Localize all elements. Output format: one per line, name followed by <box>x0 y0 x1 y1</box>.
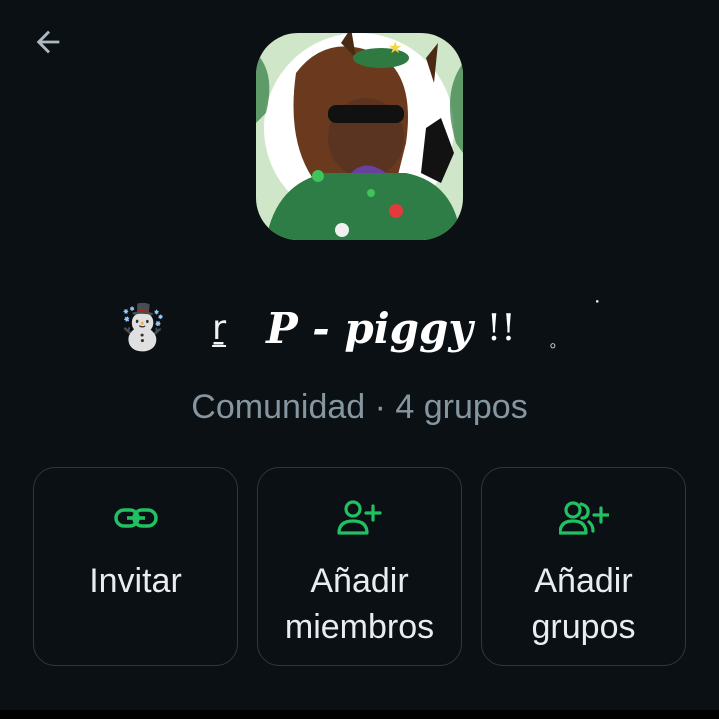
small-circle: 。 <box>549 332 566 351</box>
add-members-button[interactable]: Añadir miembros <box>257 467 462 666</box>
snowman-emoji: ☃️ <box>115 302 171 353</box>
name-decoration: 。 ˙ <box>544 298 604 358</box>
small-dot: ˙ <box>591 298 603 323</box>
add-groups-label: Añadir grupos <box>531 562 636 646</box>
add-group-icon <box>558 498 609 538</box>
back-button[interactable] <box>22 20 74 64</box>
svg-text:★: ★ <box>388 38 402 57</box>
add-members-label: Añadir miembros <box>284 562 435 646</box>
arrow-left-icon <box>36 30 60 54</box>
community-subtitle: Comunidad · 4 grupos <box>191 388 528 426</box>
invite-label: Invitar <box>89 562 182 600</box>
community-avatar[interactable]: ★ <box>256 33 463 240</box>
add-person-icon <box>336 498 384 538</box>
community-info-screen: ★ ☃️ ṟ P - piggy !! 。 ˙ Comunidad · 4 gr… <box>0 0 719 719</box>
link-icon <box>113 498 159 538</box>
avatar-artwork: ★ <box>256 33 463 240</box>
name-bangs: !! <box>486 307 516 349</box>
add-groups-button[interactable]: Añadir grupos <box>481 467 686 666</box>
community-name: ☃️ ṟ P - piggy !! 。 ˙ <box>0 286 719 370</box>
name-main: P - piggy <box>266 303 473 353</box>
invite-button[interactable]: Invitar <box>33 467 238 666</box>
bottom-edge <box>0 710 719 719</box>
name-glyph: ṟ <box>212 308 227 348</box>
